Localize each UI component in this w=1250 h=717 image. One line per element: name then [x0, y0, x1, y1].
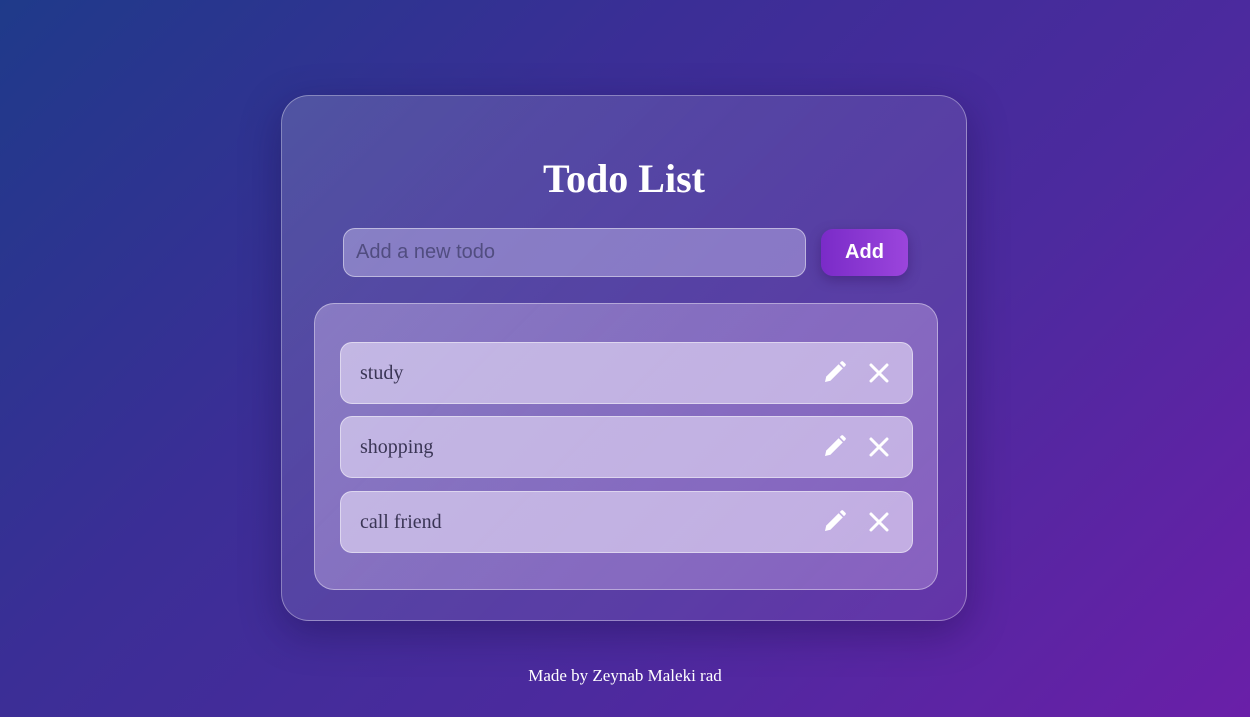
todo-item: study [340, 342, 913, 404]
pencil-icon[interactable] [820, 359, 848, 387]
todo-text: study [360, 362, 404, 384]
close-icon[interactable] [865, 508, 893, 536]
todo-list: study shopping call friend [314, 303, 938, 590]
todo-item: shopping [340, 416, 913, 478]
todo-item: call friend [340, 491, 913, 553]
pencil-icon[interactable] [820, 433, 848, 461]
add-button[interactable]: Add [821, 229, 908, 276]
pencil-icon[interactable] [820, 508, 848, 536]
close-icon[interactable] [865, 359, 893, 387]
new-todo-input[interactable] [343, 228, 806, 277]
todo-card: Todo List Add study shopping [281, 95, 967, 621]
todo-text: shopping [360, 436, 434, 458]
footer-credit: Made by Zeynab Maleki rad [528, 666, 722, 685]
page-title: Todo List [543, 156, 705, 201]
close-icon[interactable] [865, 433, 893, 461]
todo-text: call friend [360, 511, 442, 533]
